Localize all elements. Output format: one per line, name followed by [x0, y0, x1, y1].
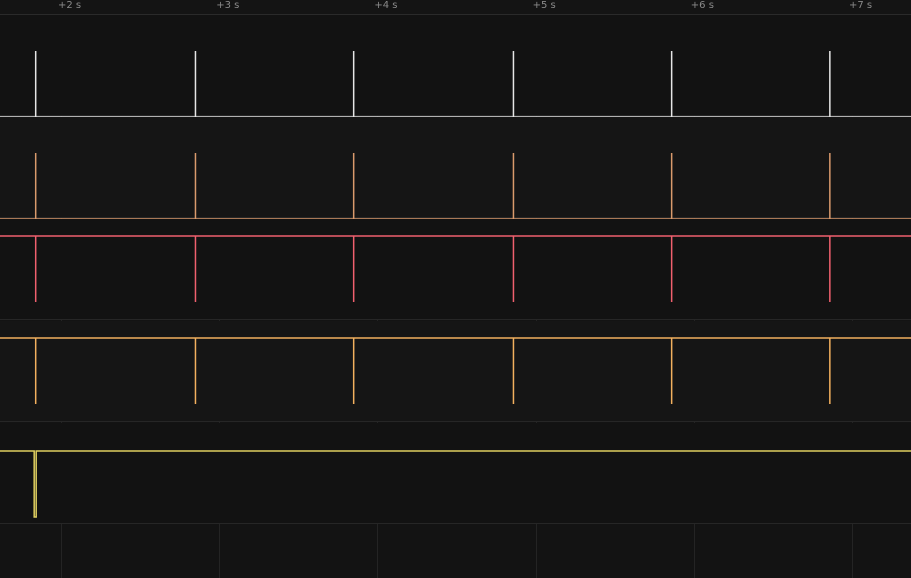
- time-tick-label: +4 s: [374, 0, 398, 11]
- waveform-line: [0, 153, 911, 220]
- signal-waveform-1: [0, 51, 911, 118]
- waveform-line: [0, 235, 911, 302]
- waveform-line: [0, 337, 911, 404]
- waveform-line: [0, 51, 911, 118]
- waveform-line: [0, 450, 911, 518]
- signal-track-3[interactable]: [0, 219, 911, 320]
- signal-track-4[interactable]: [0, 321, 911, 422]
- signal-waveform-5: [0, 450, 911, 518]
- time-tick-label: +5 s: [532, 0, 556, 11]
- signal-waveform-2: [0, 153, 911, 220]
- time-ruler[interactable]: +2 s +3 s +4 s +5 s +6 s +7 s: [0, 0, 911, 15]
- signal-track-5[interactable]: [0, 423, 911, 524]
- timeline-viewer[interactable]: +2 s +3 s +4 s +5 s +6 s +7 s: [0, 0, 911, 578]
- time-tick-label: +2 s: [58, 0, 82, 11]
- signal-track-2[interactable]: [0, 117, 911, 220]
- time-tick-label: +6 s: [690, 0, 714, 11]
- time-tick-label: +7 s: [849, 0, 873, 11]
- time-tick-label: +3 s: [216, 0, 240, 11]
- signal-track-1[interactable]: [0, 15, 911, 118]
- signal-waveform-3: [0, 235, 911, 302]
- signal-waveform-4: [0, 337, 911, 404]
